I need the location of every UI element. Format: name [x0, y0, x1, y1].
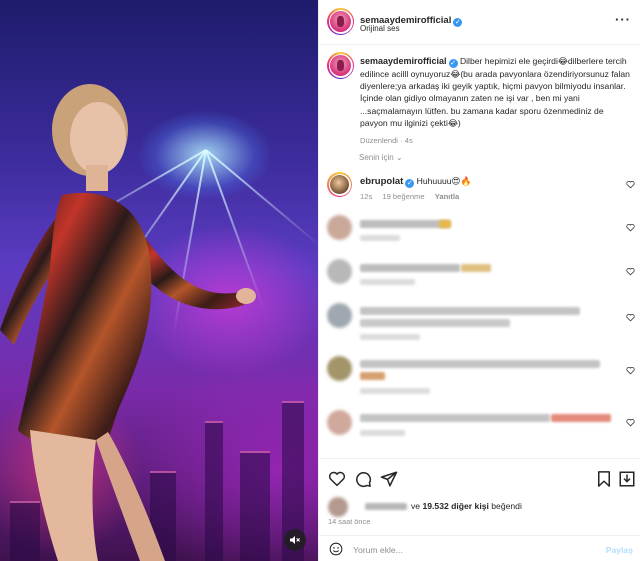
author-avatar[interactable]: [327, 8, 354, 35]
comment-item: ebrupolat ✓ Huhuuuu😍🔥 12s 19 beğenme Yanı…: [319, 170, 640, 210]
heart-icon[interactable]: [328, 470, 346, 488]
commenter-username[interactable]: ebrupolat: [360, 176, 403, 187]
more-options-icon[interactable]: ···: [615, 12, 631, 27]
comment-item: [319, 408, 640, 454]
post-caption: semaaydemirofficial ✓ Dilber hepimizi ele…: [360, 56, 630, 146]
bookmark-icon[interactable]: [595, 470, 613, 488]
heart-icon[interactable]: [626, 180, 635, 189]
share-icon[interactable]: [380, 470, 398, 488]
likes-summary[interactable]: ve 19.532 diğer kişi beğendi: [411, 501, 522, 511]
heart-icon[interactable]: [626, 267, 635, 276]
comment-body: Huhuuuu😍🔥: [416, 176, 472, 186]
comment-item: [319, 213, 640, 253]
verified-badge-icon: ✓: [453, 18, 463, 27]
post-comment-button[interactable]: Paylaş: [606, 545, 633, 555]
comment-sort-dropdown[interactable]: Senin için ⌄: [359, 153, 403, 162]
likes-prefix: ve: [411, 501, 421, 511]
likes-count[interactable]: 19.532 diğer kişi: [422, 501, 488, 511]
likes-suffix: beğendi: [491, 501, 522, 511]
commenter-avatar[interactable]: [327, 259, 352, 284]
liker-avatar[interactable]: [328, 497, 348, 517]
caption-author-avatar[interactable]: [327, 52, 354, 79]
comment-input[interactable]: Yorum ekle...: [353, 545, 403, 555]
comment-likes[interactable]: 19 beğenme: [382, 192, 424, 201]
audio-label[interactable]: Orijinal ses: [360, 24, 400, 33]
add-comment-bar: Yorum ekle... Paylaş: [319, 535, 640, 561]
commenter-avatar[interactable]: [327, 215, 352, 240]
emoji-icon[interactable]: [329, 542, 343, 556]
heart-icon[interactable]: [626, 223, 635, 232]
speaker-muted-icon: [290, 536, 300, 544]
post-header: semaaydemirofficial ✓ Orijinal ses ···: [319, 0, 640, 45]
post-media-video[interactable]: [0, 0, 318, 561]
reply-button[interactable]: Yanıtla: [435, 192, 459, 201]
post-details-panel: semaaydemirofficial ✓ Orijinal ses ··· se…: [318, 0, 640, 561]
commenter-avatar[interactable]: [327, 356, 352, 381]
mute-toggle-button[interactable]: [284, 529, 306, 551]
sort-label: Senin için: [359, 153, 394, 162]
verified-badge-icon: ✓: [448, 59, 458, 68]
commenter-avatar[interactable]: [327, 303, 352, 328]
heart-icon[interactable]: [626, 313, 635, 322]
verified-badge-icon: ✓: [405, 179, 415, 188]
comment-item: [319, 257, 640, 297]
caption-body: Dilber hepimizi ele geçirdi😂dilberlere t…: [360, 56, 630, 128]
download-icon[interactable]: [618, 470, 636, 488]
chevron-down-icon: ⌄: [395, 153, 403, 162]
caption-username[interactable]: semaaydemirofficial: [360, 56, 447, 66]
comment-icon[interactable]: [354, 470, 372, 488]
comment-item: [319, 301, 640, 349]
post-timestamp[interactable]: 14 saat önce: [328, 517, 370, 526]
heart-icon[interactable]: [626, 366, 635, 375]
edited-label: Düzenlendi: [360, 136, 398, 146]
dancer-figure: [0, 84, 256, 561]
post-age: 4s: [404, 136, 413, 146]
comment-time: 12s: [360, 192, 373, 201]
commenter-avatar[interactable]: [327, 410, 352, 435]
commenter-avatar[interactable]: [327, 172, 352, 197]
comment-item: [319, 354, 640, 404]
heart-icon[interactable]: [626, 418, 635, 427]
